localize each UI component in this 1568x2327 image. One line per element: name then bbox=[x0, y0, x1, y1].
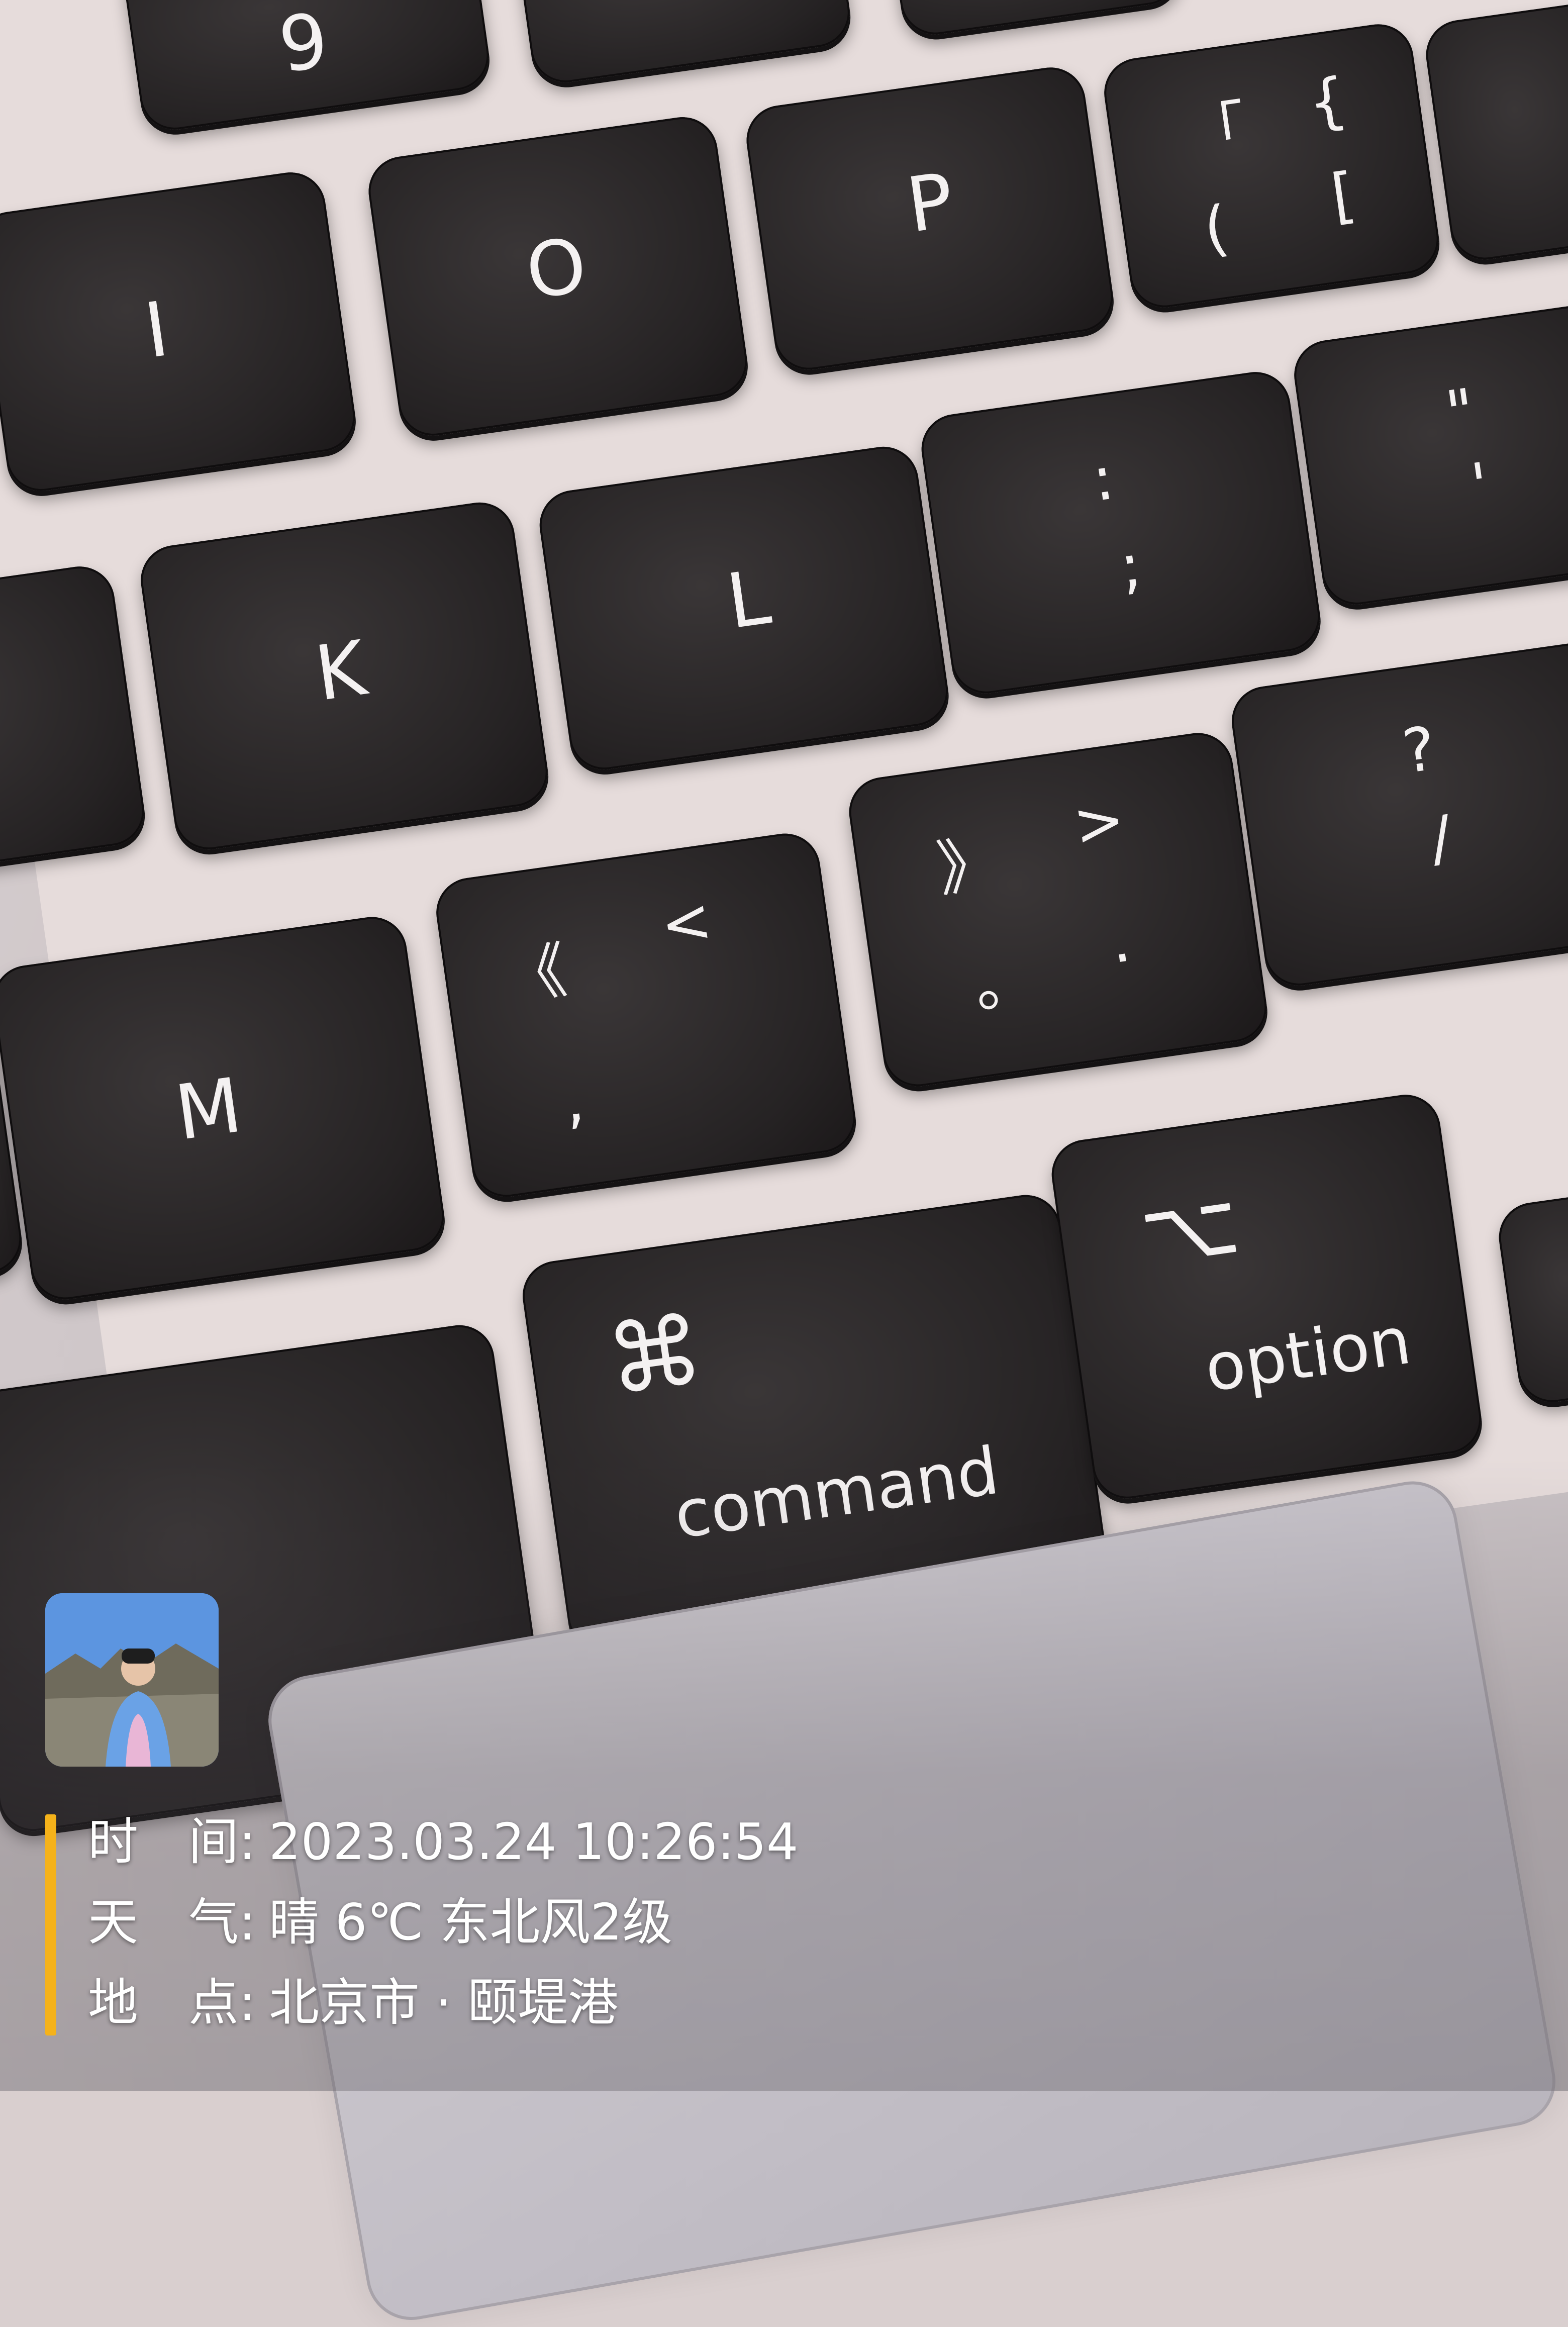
key-semicolon-top: : bbox=[1088, 443, 1118, 515]
key-k-legend: K bbox=[310, 624, 371, 718]
key-period-bottom-right: . bbox=[1106, 905, 1135, 978]
key-m: M bbox=[0, 912, 449, 1304]
key-period-top-right: > bbox=[1069, 784, 1129, 861]
key-l-legend: L bbox=[722, 553, 776, 646]
key-comma-bottom: , bbox=[559, 1065, 589, 1137]
key-option-label: option bbox=[1200, 1302, 1416, 1407]
key-semicolon-bottom: ; bbox=[1116, 530, 1146, 603]
key-left-bracket: 「 { ( [ bbox=[1100, 20, 1443, 312]
key-period: 》 > 。 . bbox=[844, 728, 1271, 1091]
key-period-bottom-left: 。 bbox=[970, 944, 1040, 1022]
key-option: ⌥ option bbox=[1047, 1090, 1486, 1503]
watermark-time-label: 时 间: bbox=[88, 1812, 256, 1871]
key-9-legend: 9 bbox=[273, 0, 334, 90]
photo-scene: 9 I O P 「 { ( [ K L : ; " ' M 《 < , 》 > … bbox=[0, 0, 1568, 2327]
key-comma-top-right: < bbox=[656, 885, 716, 961]
key-i-legend: I bbox=[139, 285, 174, 375]
watermark-weather-value: 晴 6℃ 东北风2级 bbox=[269, 1893, 673, 1952]
watermark-location-label: 地 点: bbox=[88, 1973, 256, 2032]
key-k: K bbox=[136, 498, 552, 854]
watermark-location-row: 地 点: 北京市 · 颐堤港 bbox=[88, 1970, 618, 2035]
key-bracket-top-right: { bbox=[1304, 64, 1352, 139]
key-l: L bbox=[535, 442, 953, 774]
watermark-weather-row: 天 气: 晴 6℃ 东北风2级 bbox=[88, 1890, 672, 1955]
watermark-accent-bar bbox=[45, 1814, 56, 2035]
key-m-legend: M bbox=[170, 1061, 247, 1157]
key-o-legend: O bbox=[521, 221, 592, 317]
watermark-location-value: 北京市 · 颐堤港 bbox=[269, 1973, 619, 2032]
key-o: O bbox=[364, 113, 752, 440]
key-quote-bottom: ' bbox=[1467, 450, 1494, 522]
watermark-time-row: 时 间: 2023.03.24 10:26:54 bbox=[88, 1809, 798, 1875]
key-p-legend: P bbox=[902, 157, 959, 250]
key-period-top-left: 》 bbox=[933, 827, 1003, 905]
key-bracket-bottom-left: ( bbox=[1200, 192, 1233, 266]
key-slash-bottom: / bbox=[1426, 803, 1456, 875]
key-quote: " ' bbox=[1290, 301, 1568, 609]
watermark-time-value: 2023.03.24 10:26:54 bbox=[269, 1812, 799, 1871]
key-semicolon: : ; bbox=[917, 367, 1325, 698]
avatar bbox=[45, 1593, 219, 1767]
watermark-weather-label: 天 气: bbox=[88, 1893, 256, 1952]
key-bracket-bottom-right: [ bbox=[1327, 160, 1360, 233]
key-slash-top: ? bbox=[1398, 714, 1440, 788]
option-icon: ⌥ bbox=[1134, 1173, 1246, 1285]
key-p: P bbox=[742, 63, 1118, 374]
key-i: I bbox=[0, 168, 360, 496]
key-quote-top: " bbox=[1441, 376, 1479, 449]
key-comma-top-left: 《 bbox=[501, 935, 571, 1014]
command-icon: ⌘ bbox=[600, 1294, 710, 1417]
key-slash: ? / bbox=[1227, 638, 1568, 990]
key-bracket-top-left: 「 bbox=[1181, 94, 1251, 172]
avatar-photo bbox=[45, 1593, 219, 1767]
key-comma: 《 < , bbox=[432, 829, 860, 1202]
